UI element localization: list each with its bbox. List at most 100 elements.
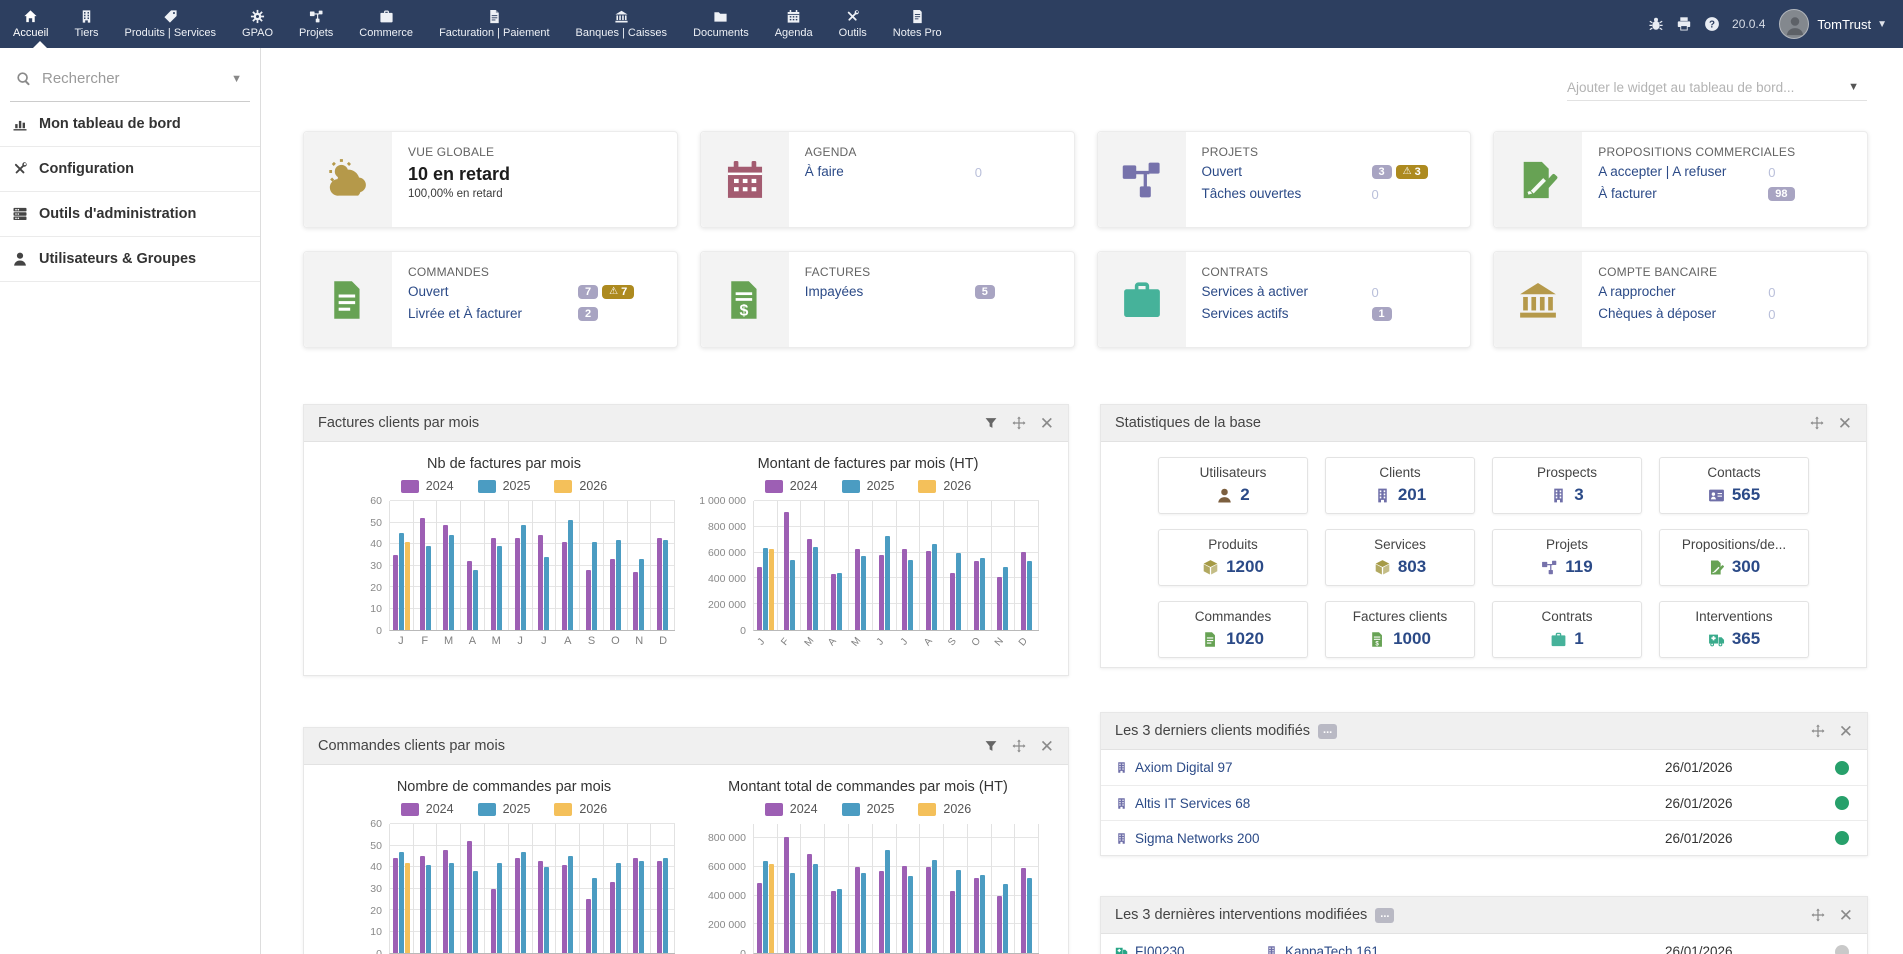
bar-2026[interactable] — [769, 549, 774, 630]
bar-2024[interactable] — [807, 539, 812, 630]
bar-2025[interactable] — [908, 560, 913, 630]
nav-item-tiers[interactable]: Tiers — [61, 0, 111, 48]
bar-2025[interactable] — [663, 540, 668, 630]
card-agenda[interactable]: AGENDAÀ faire0 — [700, 131, 1075, 228]
bar-2024[interactable] — [974, 561, 979, 630]
bar-2024[interactable] — [515, 858, 520, 953]
bar-2024[interactable] — [879, 555, 884, 630]
nav-item-banques-caisses[interactable]: Banques | Caisses — [563, 0, 681, 48]
count-badge[interactable]: 98 — [1768, 187, 1794, 201]
bar-2024[interactable] — [855, 867, 860, 953]
bug-icon[interactable] — [1648, 16, 1664, 32]
move-icon[interactable] — [1012, 739, 1026, 753]
stat-tile-contacts[interactable]: Contacts565 — [1659, 457, 1809, 514]
bar-2024[interactable] — [467, 841, 472, 953]
bar-2025[interactable] — [813, 864, 818, 953]
client-link[interactable]: Axiom Digital 97 — [1135, 760, 1233, 775]
bar-2025[interactable] — [639, 861, 644, 953]
bar-2025[interactable] — [908, 876, 913, 953]
bar-2024[interactable] — [807, 854, 812, 953]
bar-2025[interactable] — [426, 546, 431, 630]
bar-2024[interactable] — [633, 572, 638, 630]
move-icon[interactable] — [1012, 416, 1026, 430]
bar-2025[interactable] — [616, 540, 621, 630]
card-row-link[interactable]: Chèques à déposer — [1598, 306, 1716, 321]
bar-2025[interactable] — [861, 556, 866, 630]
bar-2024[interactable] — [633, 858, 638, 953]
nav-item-produits-services[interactable]: Produits | Services — [112, 0, 230, 48]
bar-2025[interactable] — [932, 860, 937, 953]
card-row-link[interactable]: Ouvert — [1202, 164, 1243, 179]
close-icon[interactable]: ✕ — [1040, 415, 1054, 432]
bar-2024[interactable] — [997, 577, 1002, 630]
bar-2025[interactable] — [592, 878, 597, 953]
bar-2025[interactable] — [426, 865, 431, 953]
bar-2026[interactable] — [405, 863, 410, 953]
bar-2025[interactable] — [980, 875, 985, 953]
bar-2024[interactable] — [443, 850, 448, 953]
bar-2025[interactable] — [1003, 884, 1008, 953]
bar-2024[interactable] — [393, 555, 398, 630]
stat-tile-propositions-de-[interactable]: Propositions/de...300 — [1659, 529, 1809, 586]
nav-item-accueil[interactable]: Accueil — [0, 0, 61, 48]
bar-2025[interactable] — [497, 863, 502, 953]
bar-2024[interactable] — [997, 896, 1002, 953]
sidebar-item-configuration[interactable]: Configuration — [0, 147, 260, 192]
bar-2025[interactable] — [932, 544, 937, 630]
bar-2024[interactable] — [586, 899, 591, 953]
stat-tile-clients[interactable]: Clients201 — [1325, 457, 1475, 514]
stat-tile-contrats[interactable]: Contrats1 — [1492, 601, 1642, 658]
close-icon[interactable]: ✕ — [1838, 415, 1852, 432]
add-widget-select[interactable]: Ajouter le widget au tableau de bord... … — [1567, 74, 1867, 101]
bar-2024[interactable] — [757, 883, 762, 953]
bar-2025[interactable] — [763, 861, 768, 953]
bar-2025[interactable] — [449, 535, 454, 630]
bar-2024[interactable] — [562, 865, 567, 953]
count-badge[interactable]: 2 — [578, 307, 598, 321]
card-compte-bancaire[interactable]: COMPTE BANCAIREA rapprocher0Chèques à dé… — [1493, 251, 1868, 348]
bar-2024[interactable] — [538, 535, 543, 630]
move-icon[interactable] — [1811, 724, 1825, 738]
bar-2025[interactable] — [399, 533, 404, 630]
card-factures[interactable]: $FACTURESImpayées5 — [700, 251, 1075, 348]
close-icon[interactable]: ✕ — [1040, 738, 1054, 755]
bar-2025[interactable] — [885, 850, 890, 953]
bar-2025[interactable] — [1027, 878, 1032, 953]
move-icon[interactable] — [1810, 416, 1824, 430]
count-badge[interactable]: 7 — [578, 285, 598, 299]
card-projets[interactable]: PROJETSOuvert3⚠3Tâches ouvertes0 — [1097, 131, 1472, 228]
ellipsis-icon[interactable]: ... — [1375, 908, 1394, 923]
bar-2024[interactable] — [610, 559, 615, 630]
filter-icon[interactable] — [984, 416, 998, 430]
bar-2024[interactable] — [657, 538, 662, 630]
avatar[interactable] — [1779, 9, 1809, 39]
bar-2025[interactable] — [837, 889, 842, 954]
bar-2024[interactable] — [831, 891, 836, 953]
print-icon[interactable] — [1676, 16, 1692, 32]
stat-tile-factures-clients[interactable]: Factures clients$1000 — [1325, 601, 1475, 658]
bar-2024[interactable] — [926, 551, 931, 630]
nav-item-commerce[interactable]: Commerce — [346, 0, 426, 48]
count-badge[interactable]: 5 — [975, 285, 995, 299]
bar-2024[interactable] — [784, 837, 789, 953]
bar-2025[interactable] — [568, 520, 573, 630]
nav-item-agenda[interactable]: Agenda — [762, 0, 826, 48]
count-badge[interactable]: 3 — [1372, 165, 1392, 179]
bar-2025[interactable] — [663, 858, 668, 953]
card-commandes[interactable]: COMMANDESOuvert7⚠7Livrée et À facturer2 — [303, 251, 678, 348]
nav-item-facturation-paiement[interactable]: Facturation | Paiement — [426, 0, 562, 48]
bar-2024[interactable] — [491, 538, 496, 630]
bar-2025[interactable] — [521, 525, 526, 630]
bar-2024[interactable] — [950, 573, 955, 630]
bar-2024[interactable] — [443, 525, 448, 630]
stat-tile-commandes[interactable]: Commandes1020 — [1158, 601, 1308, 658]
bar-2025[interactable] — [473, 570, 478, 630]
card-propositions-commerciales[interactable]: PROPOSITIONS COMMERCIALESA accepter | A … — [1493, 131, 1868, 228]
bar-2024[interactable] — [491, 889, 496, 954]
bar-2024[interactable] — [855, 549, 860, 630]
move-icon[interactable] — [1811, 908, 1825, 922]
chevron-down-icon[interactable]: ▼ — [1877, 19, 1887, 30]
bar-2025[interactable] — [568, 856, 573, 953]
bar-2025[interactable] — [790, 560, 795, 630]
card-row-link[interactable]: À facturer — [1598, 186, 1657, 201]
